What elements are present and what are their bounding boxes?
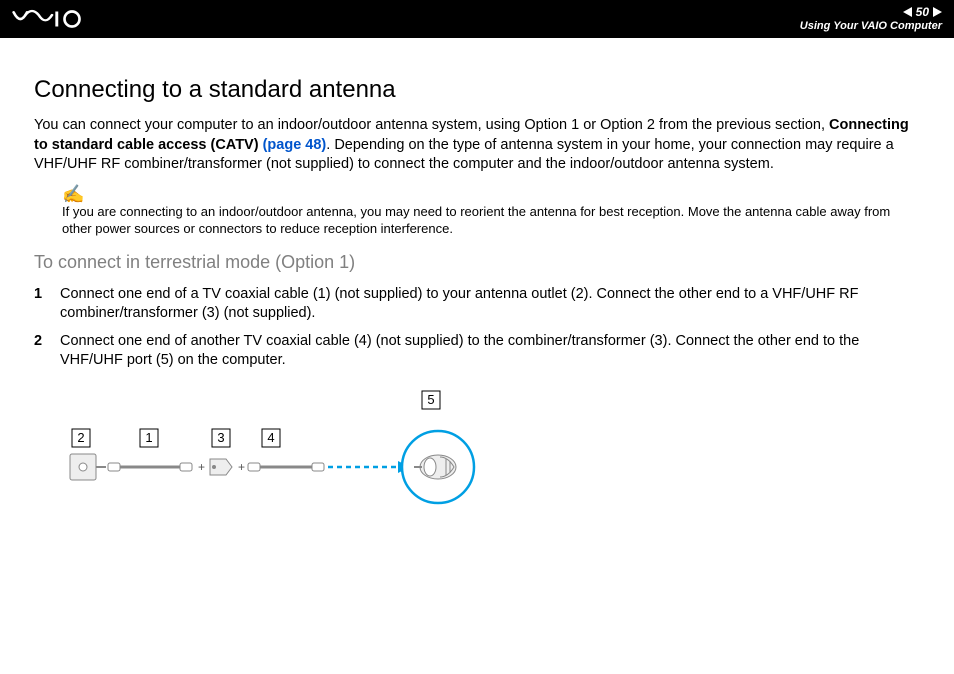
pager: 50 [903, 5, 942, 19]
subheading: To connect in terrestrial mode (Option 1… [34, 252, 920, 273]
callout-3: 3 [217, 430, 224, 445]
section-title: Using Your VAIO Computer [800, 20, 942, 33]
step-text: Connect one end of another TV coaxial ca… [60, 332, 920, 371]
prev-page-icon[interactable] [903, 7, 912, 17]
page: 50 Using Your VAIO Computer Connecting t… [0, 0, 954, 674]
intro-paragraph: You can connect your computer to an indo… [34, 116, 920, 175]
connection-diagram: 2 1 3 4 5 [62, 389, 492, 519]
plus-icon: + [198, 460, 205, 474]
next-page-icon[interactable] [933, 7, 942, 17]
header-right: 50 Using Your VAIO Computer [800, 5, 942, 33]
note-text: If you are connecting to an indoor/outdo… [62, 203, 920, 238]
coax-cable-4-icon [248, 463, 324, 471]
content: Connecting to a standard antenna You can… [0, 38, 954, 519]
coax-cable-1-icon [108, 463, 192, 471]
callout-2: 2 [77, 430, 84, 445]
combiner-icon [210, 459, 232, 475]
callout-1: 1 [145, 430, 152, 445]
note-block: ✍ If you are connecting to an indoor/out… [62, 185, 920, 238]
callout-5: 5 [427, 392, 434, 407]
step-2: 2 Connect one end of another TV coaxial … [34, 332, 920, 371]
page-link[interactable]: (page 48) [263, 137, 327, 153]
intro-pre: You can connect your computer to an indo… [34, 117, 829, 133]
vaio-logo [12, 9, 112, 29]
step-number: 2 [34, 332, 48, 371]
dashed-arrow-icon [328, 461, 410, 473]
header-bar: 50 Using Your VAIO Computer [0, 0, 954, 38]
callout-4: 4 [267, 430, 274, 445]
step-number: 1 [34, 285, 48, 324]
plus-icon: + [238, 460, 245, 474]
vhf-uhf-port-icon [402, 431, 474, 503]
step-1: 1 Connect one end of a TV coaxial cable … [34, 285, 920, 324]
page-number: 50 [916, 5, 929, 19]
pencil-icon: ✍ [62, 185, 920, 203]
step-text: Connect one end of a TV coaxial cable (1… [60, 285, 920, 324]
page-title: Connecting to a standard antenna [34, 76, 920, 104]
steps-list: 1 Connect one end of a TV coaxial cable … [34, 285, 920, 371]
